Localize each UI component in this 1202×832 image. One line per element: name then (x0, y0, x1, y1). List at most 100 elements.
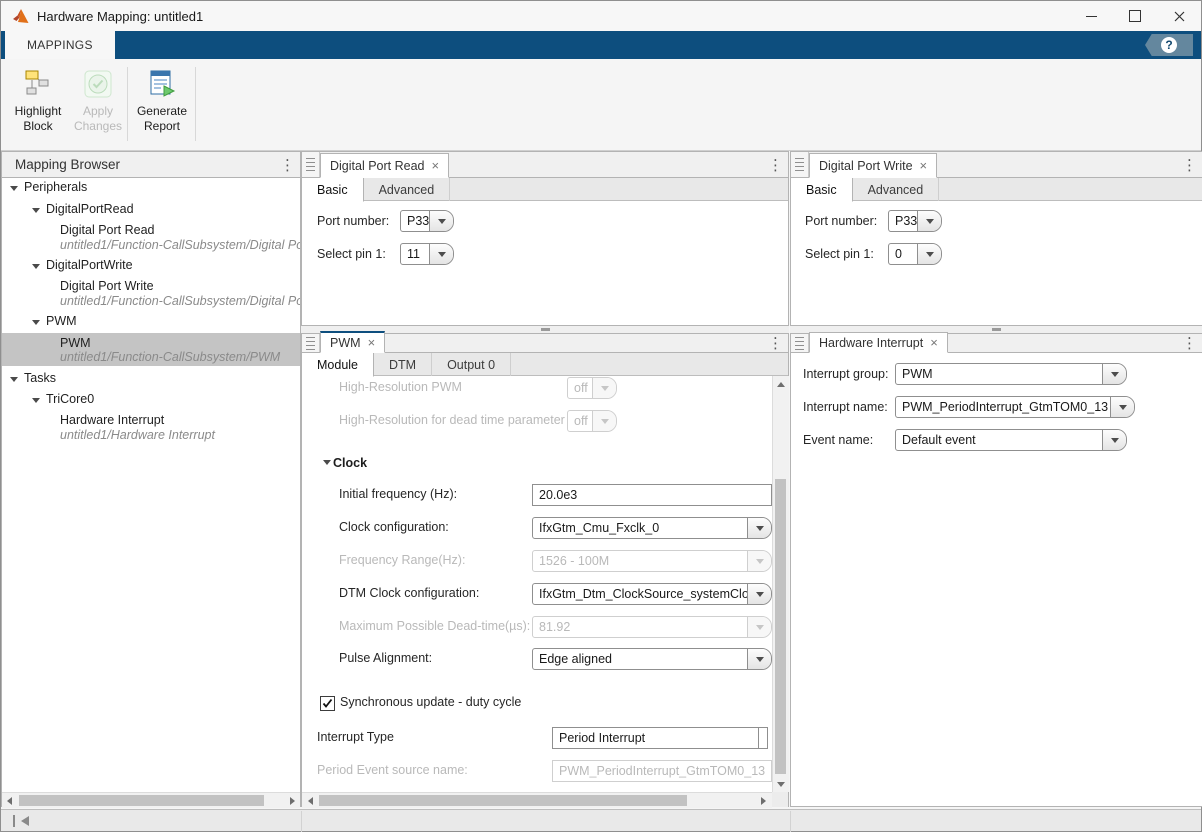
pwm-v-scrollbar[interactable] (772, 376, 789, 792)
panel-grip-icon[interactable] (791, 152, 809, 177)
pulse-alignment-combo[interactable]: Edge aligned (532, 648, 772, 670)
sync-update-checkbox[interactable] (320, 696, 335, 711)
subtab-dtm[interactable]: DTM (374, 353, 432, 376)
port-number-combo[interactable]: P33 (400, 210, 454, 232)
tree-item-tasks[interactable]: Tasks (24, 371, 56, 385)
event-name-combo[interactable]: Default event (895, 429, 1127, 451)
dock-panel-icon[interactable] (13, 815, 27, 827)
tree-item-digital-port-write[interactable]: Digital Port Write (60, 279, 154, 293)
tree-item-digitalportwrite[interactable]: DigitalPortWrite (46, 258, 133, 272)
dropdown-arrow-icon (747, 518, 771, 538)
clock-section-expander-icon[interactable] (323, 460, 331, 465)
close-button[interactable] (1157, 1, 1201, 31)
panel-grip-icon[interactable] (302, 334, 320, 352)
subtab-basic[interactable]: Basic (791, 178, 853, 202)
kebab-menu-icon[interactable] (280, 158, 294, 173)
minimize-button[interactable] (1069, 1, 1113, 31)
scroll-left-icon[interactable] (308, 797, 313, 805)
dropdown-arrow-icon (592, 378, 616, 398)
tree-expander-icon[interactable] (32, 208, 40, 213)
dropdown-arrow-icon (1102, 364, 1126, 384)
tab-digital-port-write[interactable]: Digital Port Write (809, 153, 937, 178)
pwm-h-scrollbar[interactable] (302, 792, 772, 808)
tree-item-pwm[interactable]: PWM (60, 336, 91, 350)
tab-hardware-interrupt[interactable]: Hardware Interrupt (809, 332, 948, 353)
help-button[interactable] (1145, 34, 1193, 56)
subtab-advanced[interactable]: Advanced (853, 178, 940, 201)
scroll-right-icon[interactable] (290, 797, 295, 805)
tab-mappings[interactable]: MAPPINGS (5, 31, 115, 59)
tab-close-icon[interactable] (930, 338, 938, 348)
tree-expander-icon[interactable] (32, 398, 40, 403)
pwm-v-scroll-thumb[interactable] (775, 479, 786, 774)
port-number-combo[interactable]: P33 (888, 210, 942, 232)
tab-close-icon[interactable] (432, 161, 440, 171)
apply-changes-button: Apply Changes (61, 65, 135, 143)
highlight-block-icon (23, 69, 53, 99)
interrupt-name-combo[interactable]: PWM_PeriodInterrupt_GtmTOM0_13 (895, 396, 1135, 418)
high-res-pwm-value: off (568, 378, 592, 398)
help-icon (1161, 37, 1177, 53)
tab-digital-port-read[interactable]: Digital Port Read (320, 153, 449, 178)
pwm-tabbar: PWM (302, 334, 788, 353)
tab-label: Hardware Interrupt (819, 336, 923, 350)
tree-item-pwm-group[interactable]: PWM (46, 314, 77, 328)
tree-expander-icon[interactable] (32, 320, 40, 325)
maximize-button[interactable] (1113, 1, 1157, 31)
initial-frequency-input[interactable] (532, 484, 772, 506)
tree-item-tricore0[interactable]: TriCore0 (46, 392, 94, 406)
scroll-up-icon[interactable] (777, 382, 785, 387)
interrupt-name-label: Interrupt name: (803, 400, 888, 414)
tab-pwm[interactable]: PWM (320, 331, 385, 353)
tree-item-digitalportread[interactable]: DigitalPortRead (46, 202, 134, 216)
status-separator (301, 811, 302, 832)
tree-expander-icon[interactable] (10, 186, 18, 191)
pwm-h-scroll-thumb[interactable] (319, 795, 687, 806)
generate-report-button[interactable]: Generate Report (125, 65, 199, 143)
high-res-dead-time-combo: off (567, 410, 617, 432)
dropdown-arrow-icon (1110, 397, 1134, 417)
kebab-menu-icon[interactable] (768, 336, 782, 351)
scroll-right-icon[interactable] (761, 797, 766, 805)
tree-item-hardware-interrupt[interactable]: Hardware Interrupt (60, 413, 164, 427)
panel-grip-icon[interactable] (791, 334, 809, 352)
tree-expander-icon[interactable] (32, 264, 40, 269)
tree-h-scrollbar[interactable] (2, 792, 300, 808)
clock-configuration-combo[interactable]: IfxGtm_Cmu_Fxclk_0 (532, 517, 772, 539)
period-event-input: PWM_PeriodInterrupt_GtmTOM0_13 (552, 760, 772, 782)
tree-item-peripherals[interactable]: Peripherals (24, 180, 87, 194)
hardware-interrupt-tabbar: Hardware Interrupt (791, 334, 1202, 353)
dropdown-arrow-icon (429, 211, 453, 231)
scroll-left-icon[interactable] (7, 797, 12, 805)
select-pin-label: Select pin 1: (317, 247, 386, 261)
high-res-pwm-combo: off (567, 377, 617, 399)
mapping-browser-tree: Peripherals DigitalPortRead Digital Port… (2, 178, 300, 792)
window-title: Hardware Mapping: untitled1 (37, 9, 203, 24)
digital-port-write-tabbar: Digital Port Write (791, 152, 1202, 178)
clock-section-header[interactable]: Clock (333, 456, 367, 470)
sync-update-label[interactable]: Synchronous update - duty cycle (340, 695, 521, 709)
subtab-output0[interactable]: Output 0 (432, 353, 511, 376)
dropdown-arrow-icon (917, 211, 941, 231)
kebab-menu-icon[interactable] (1182, 158, 1196, 173)
tree-item-digital-port-read[interactable]: Digital Port Read (60, 223, 155, 237)
subtab-advanced[interactable]: Advanced (364, 178, 451, 201)
tab-close-icon[interactable] (920, 161, 928, 171)
select-pin-combo[interactable]: 0 (888, 243, 942, 265)
select-pin-combo[interactable]: 11 (400, 243, 454, 265)
subtab-module[interactable]: Module (302, 353, 374, 377)
interrupt-group-combo[interactable]: PWM (895, 363, 1127, 385)
dtm-clock-configuration-combo[interactable]: IfxGtm_Dtm_ClockSource_systemClock (532, 583, 772, 605)
tree-expander-icon[interactable] (10, 377, 18, 382)
mapping-browser-header: Mapping Browser (2, 152, 300, 178)
panel-grip-icon[interactable] (302, 152, 320, 177)
kebab-menu-icon[interactable] (768, 158, 782, 173)
clock-configuration-label: Clock configuration: (339, 520, 449, 534)
scroll-down-icon[interactable] (777, 782, 785, 787)
kebab-menu-icon[interactable] (1182, 336, 1196, 351)
frequency-range-combo: 1526 - 100M (532, 550, 772, 572)
tab-close-icon[interactable] (368, 338, 376, 348)
tree-h-scroll-thumb[interactable] (19, 795, 264, 806)
interrupt-type-combo[interactable]: Period Interrupt (552, 727, 768, 749)
subtab-basic[interactable]: Basic (302, 178, 364, 202)
